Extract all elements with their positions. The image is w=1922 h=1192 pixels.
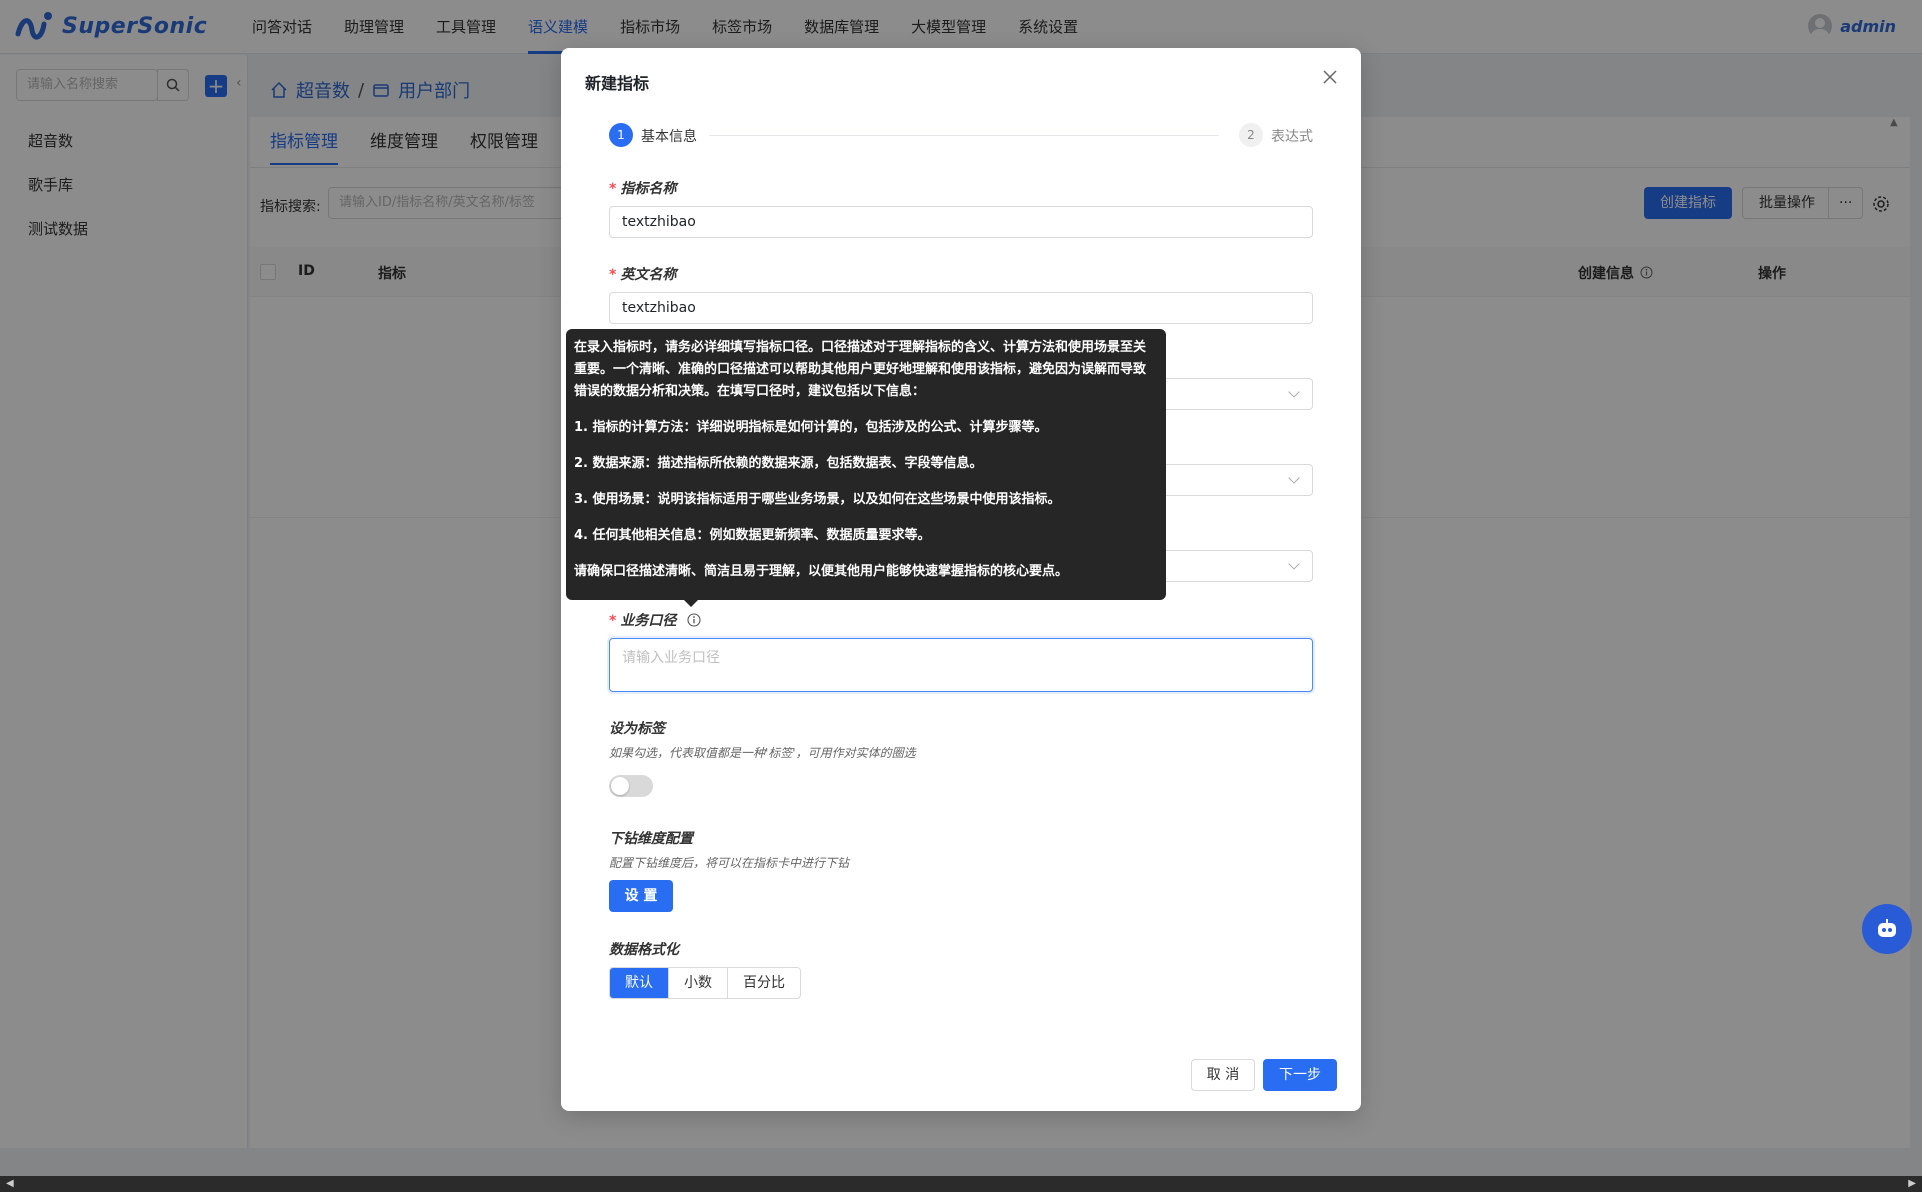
assistant-fab[interactable] bbox=[1862, 904, 1912, 954]
cancel-button[interactable]: 取 消 bbox=[1191, 1059, 1255, 1091]
horizontal-scrollbar[interactable]: ◀ ▶ bbox=[0, 1176, 1922, 1192]
data-format-label: 数据格式化 bbox=[609, 942, 679, 958]
tooltip-point-4: 4. 任何其他相关信息：例如数据更新频率、数据质量要求等。 bbox=[574, 528, 931, 543]
format-option-default[interactable]: 默认 bbox=[610, 968, 669, 998]
required-mark: * bbox=[609, 181, 617, 197]
set-as-tag-toggle[interactable] bbox=[609, 775, 653, 797]
format-option-percent[interactable]: 百分比 bbox=[728, 968, 800, 998]
metric-name-label-text: 指标名称 bbox=[620, 181, 677, 197]
tooltip-intro: 在录入指标时，请务必详细填写指标口径。口径描述对于理解指标的含义、计算方法和使用… bbox=[574, 340, 1147, 399]
english-name-label-text: 英文名称 bbox=[620, 267, 677, 283]
tooltip-point-1: 1. 指标的计算方法：详细说明指标是如何计算的，包括涉及的公式、计算步骤等。 bbox=[574, 420, 1048, 435]
set-as-tag-label: 设为标签 bbox=[609, 721, 665, 737]
next-step-button[interactable]: 下一步 bbox=[1263, 1059, 1337, 1091]
step-1-dot: 1 bbox=[609, 123, 633, 147]
step-2-label: 表达式 bbox=[1271, 129, 1313, 145]
business-caliber-label: * 业务口径 bbox=[609, 610, 701, 630]
english-name-label: * 英文名称 bbox=[609, 264, 676, 284]
robot-icon bbox=[1878, 919, 1896, 937]
tooltip-point-2: 2. 数据来源：描述指标所依赖的数据来源，包括数据表、字段等信息。 bbox=[574, 456, 983, 471]
drill-down-help: 配置下钻维度后，将可以在指标卡中进行下钻 bbox=[609, 856, 850, 870]
drill-down-label: 下钻维度配置 bbox=[609, 831, 693, 847]
required-mark: * bbox=[609, 613, 617, 629]
step-2-dot: 2 bbox=[1239, 123, 1263, 147]
caliber-tooltip: 在录入指标时，请务必详细填写指标口径。口径描述对于理解指标的含义、计算方法和使用… bbox=[566, 329, 1166, 600]
data-format-segmented: 默认 小数 百分比 bbox=[609, 967, 801, 999]
metric-name-input[interactable]: textzhibao bbox=[609, 206, 1313, 238]
info-icon[interactable] bbox=[687, 613, 701, 627]
drill-down-settings-button[interactable]: 设 置 bbox=[609, 880, 673, 912]
format-option-decimal[interactable]: 小数 bbox=[669, 968, 728, 998]
tooltip-point-3: 3. 使用场景：说明该指标适用于哪些业务场景，以及如何在这些场景中使用该指标。 bbox=[574, 492, 1061, 507]
steps: 1 基本信息 2 表达式 bbox=[609, 123, 1313, 149]
scroll-left-icon[interactable]: ◀ bbox=[6, 1178, 14, 1189]
business-caliber-label-text: 业务口径 bbox=[620, 613, 677, 629]
english-name-input[interactable]: textzhibao bbox=[609, 292, 1313, 324]
set-as-tag-help: 如果勾选，代表取值都是一种'标签'，可用作对实体的圈选 bbox=[609, 746, 916, 760]
scroll-right-icon[interactable]: ▶ bbox=[1908, 1178, 1916, 1189]
required-mark: * bbox=[609, 267, 617, 283]
tooltip-arrow bbox=[684, 600, 698, 607]
modal-title: 新建指标 bbox=[585, 74, 650, 93]
business-caliber-textarea[interactable]: 请输入业务口径 bbox=[609, 638, 1313, 692]
tooltip-outro: 请确保口径描述清晰、简洁且易于理解，以便其他用户能够快速掌握指标的核心要点。 bbox=[574, 564, 1069, 579]
close-icon[interactable] bbox=[1319, 66, 1341, 88]
metric-name-label: * 指标名称 bbox=[609, 178, 676, 198]
step-1-label: 基本信息 bbox=[641, 129, 697, 145]
step-connector bbox=[709, 135, 1219, 136]
